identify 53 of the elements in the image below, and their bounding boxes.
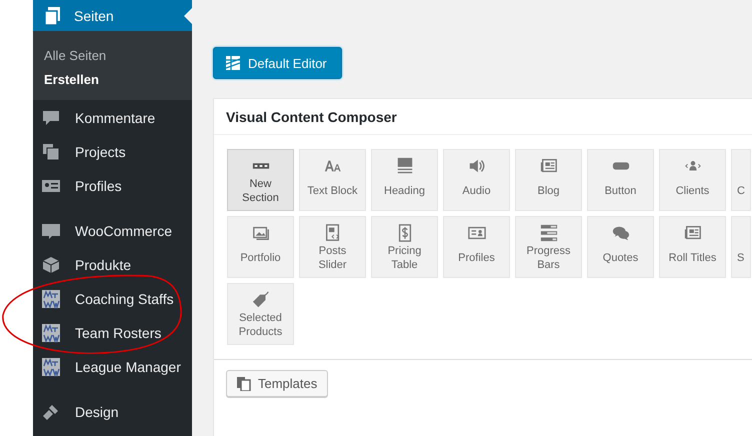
tag-icon <box>252 291 270 309</box>
element-tile[interactable]: Clients <box>659 149 726 211</box>
submenu-item[interactable]: Erstellen <box>44 72 192 86</box>
sidebar-item[interactable]: Profiles <box>33 169 192 203</box>
default-editor-button[interactable]: Default Editor <box>213 47 342 79</box>
grid-icon <box>226 56 240 70</box>
element-tile[interactable]: Portfolio <box>227 216 294 278</box>
logo-icon <box>41 357 61 377</box>
speaker-icon <box>468 157 486 175</box>
sidebar-item[interactable]: Coaching Staffs <box>33 282 192 316</box>
sidebar-item[interactable]: Kommentare <box>33 101 192 135</box>
copy-icon <box>237 376 251 390</box>
logo-icon <box>41 323 61 343</box>
newspaper-icon <box>684 224 702 242</box>
document-icon <box>324 224 342 242</box>
id-card-icon <box>468 224 486 242</box>
element-tile[interactable]: New Section <box>227 149 294 211</box>
element-tile[interactable]: Roll Titles <box>659 216 726 278</box>
element-tile[interactable]: Heading <box>371 149 438 211</box>
sidebar-item[interactable]: WooCommerce <box>33 214 192 248</box>
element-tile[interactable]: Quotes <box>587 216 654 278</box>
templates-button[interactable]: Templates <box>226 370 328 397</box>
sidebar-item[interactable]: Team Rosters <box>33 316 192 350</box>
element-tile[interactable]: Blog <box>515 149 582 211</box>
heading-icon <box>396 157 414 175</box>
logo-icon <box>41 289 61 309</box>
sidebar-item[interactable]: Projects <box>33 135 192 169</box>
element-tile[interactable]: Profiles <box>443 216 510 278</box>
element-tile[interactable]: Button <box>587 149 654 211</box>
image-icon <box>252 224 270 242</box>
sidebar-item[interactable]: Design <box>33 395 192 429</box>
images-icon <box>41 142 61 162</box>
newspaper-icon <box>540 157 558 175</box>
panel-title: Visual Content Composer <box>214 99 752 135</box>
element-tile[interactable]: Audio <box>443 149 510 211</box>
element-tile[interactable]: S <box>731 216 751 278</box>
element-tile[interactable]: Posts Slider <box>299 216 366 278</box>
speech-bubbles-icon <box>612 224 630 242</box>
element-tile[interactable]: Text Block <box>299 149 366 211</box>
element-tile[interactable]: Selected Products <box>227 283 294 345</box>
box-icon <box>41 255 61 275</box>
element-tile[interactable]: C <box>731 149 751 211</box>
sidebar-item[interactable]: League Manager <box>33 350 192 384</box>
brush-icon <box>41 402 61 422</box>
pages-icon <box>43 6 63 26</box>
bars-icon <box>540 224 558 242</box>
element-tile[interactable]: Progress Bars <box>515 216 582 278</box>
bubble-icon <box>41 221 61 241</box>
element-tile[interactable]: Pricing Table <box>371 216 438 278</box>
sidebar-item[interactable]: Produkte <box>33 248 192 282</box>
speech-bubble-icon <box>41 108 61 128</box>
sidebar-item[interactable]: Seiten <box>33 0 192 31</box>
submenu-item[interactable]: Alle Seiten <box>44 48 192 62</box>
